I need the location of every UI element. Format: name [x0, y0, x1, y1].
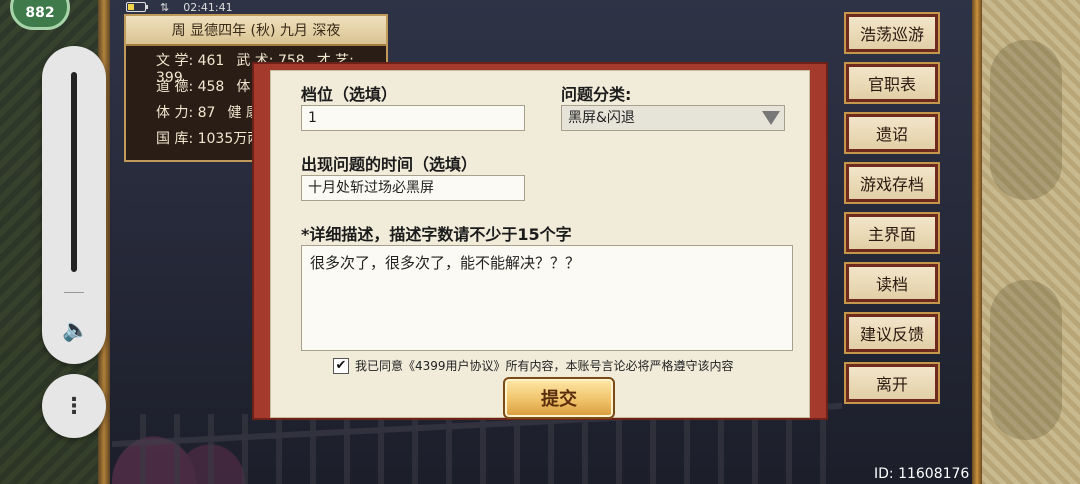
- fps-value: 882: [25, 5, 55, 21]
- feedback-form: 档位（选填） 1 问题分类: 黑屏&闪退 出现问题的时间（选填） 十月处斩过场必…: [270, 70, 810, 419]
- battery-icon: [126, 2, 148, 12]
- agreement-checkbox[interactable]: ✔: [333, 357, 349, 374]
- stat-stamina: 体 力: 87: [156, 105, 216, 121]
- category-value: 黑屏&闪退: [568, 110, 635, 126]
- dragon-ornament: [990, 280, 1062, 440]
- dragon-ornament: [990, 40, 1062, 200]
- agreement-text: 我已同意《4399用户协议》所有内容，本账号言论必将严格遵守该内容: [355, 359, 734, 373]
- stats-date: 周 显德四年 (秋) 九月 深夜: [126, 16, 386, 46]
- stat-morality: 道 德: 458: [156, 79, 225, 95]
- signal-icon: ⇅: [160, 0, 170, 14]
- slot-input[interactable]: 1: [301, 105, 525, 131]
- clock: 02:41:41: [183, 0, 233, 14]
- submit-button[interactable]: 提交: [503, 377, 615, 419]
- description-textarea[interactable]: 很多次了，很多次了，能不能解决？？？: [301, 245, 793, 351]
- category-select[interactable]: 黑屏&闪退: [561, 105, 785, 131]
- time-input[interactable]: 十月处斩过场必黑屏: [301, 175, 525, 201]
- stat-treasury: 国 库: 1035万两: [156, 131, 262, 147]
- menu-main-screen-button[interactable]: 主界面: [844, 212, 940, 254]
- time-label: 出现问题的时间（选填）: [301, 155, 478, 174]
- speaker-icon[interactable]: 🔈: [62, 318, 89, 343]
- agreement-row[interactable]: ✔ 我已同意《4399用户协议》所有内容，本账号言论必将严格遵守该内容: [333, 357, 734, 374]
- description-label: *详细描述，描述字数请不少于15个字: [301, 225, 572, 244]
- floating-volume-panel[interactable]: 🔈: [42, 46, 106, 364]
- feedback-dialog: 档位（选填） 1 问题分类: 黑屏&闪退 出现问题的时间（选填） 十月处斩过场必…: [252, 62, 828, 420]
- stat-literature: 文 学: 461: [156, 53, 225, 69]
- category-label: 问题分类:: [561, 85, 632, 104]
- menu-exit-button[interactable]: 离开: [844, 362, 940, 404]
- more-icon: ⋮: [63, 393, 85, 419]
- menu-tour-button[interactable]: 浩荡巡游: [844, 12, 940, 54]
- menu-save-button[interactable]: 游戏存档: [844, 162, 940, 204]
- right-border-decoration: [972, 0, 1080, 484]
- menu-official-ranks-button[interactable]: 官职表: [844, 62, 940, 104]
- more-options-button[interactable]: ⋮: [42, 374, 106, 438]
- status-bar: ⇅ 02:41:41: [126, 0, 233, 14]
- menu-load-button[interactable]: 读档: [844, 262, 940, 304]
- menu-will-button[interactable]: 遗诏: [844, 112, 940, 154]
- user-id: ID: 11608176: [874, 466, 970, 482]
- slot-label: 档位（选填）: [301, 85, 398, 104]
- dropdown-arrow-icon[interactable]: [762, 111, 780, 125]
- divider: [64, 292, 84, 293]
- menu-feedback-button[interactable]: 建议反馈: [844, 312, 940, 354]
- railing-decoration: [112, 414, 842, 484]
- volume-slider[interactable]: [71, 72, 77, 272]
